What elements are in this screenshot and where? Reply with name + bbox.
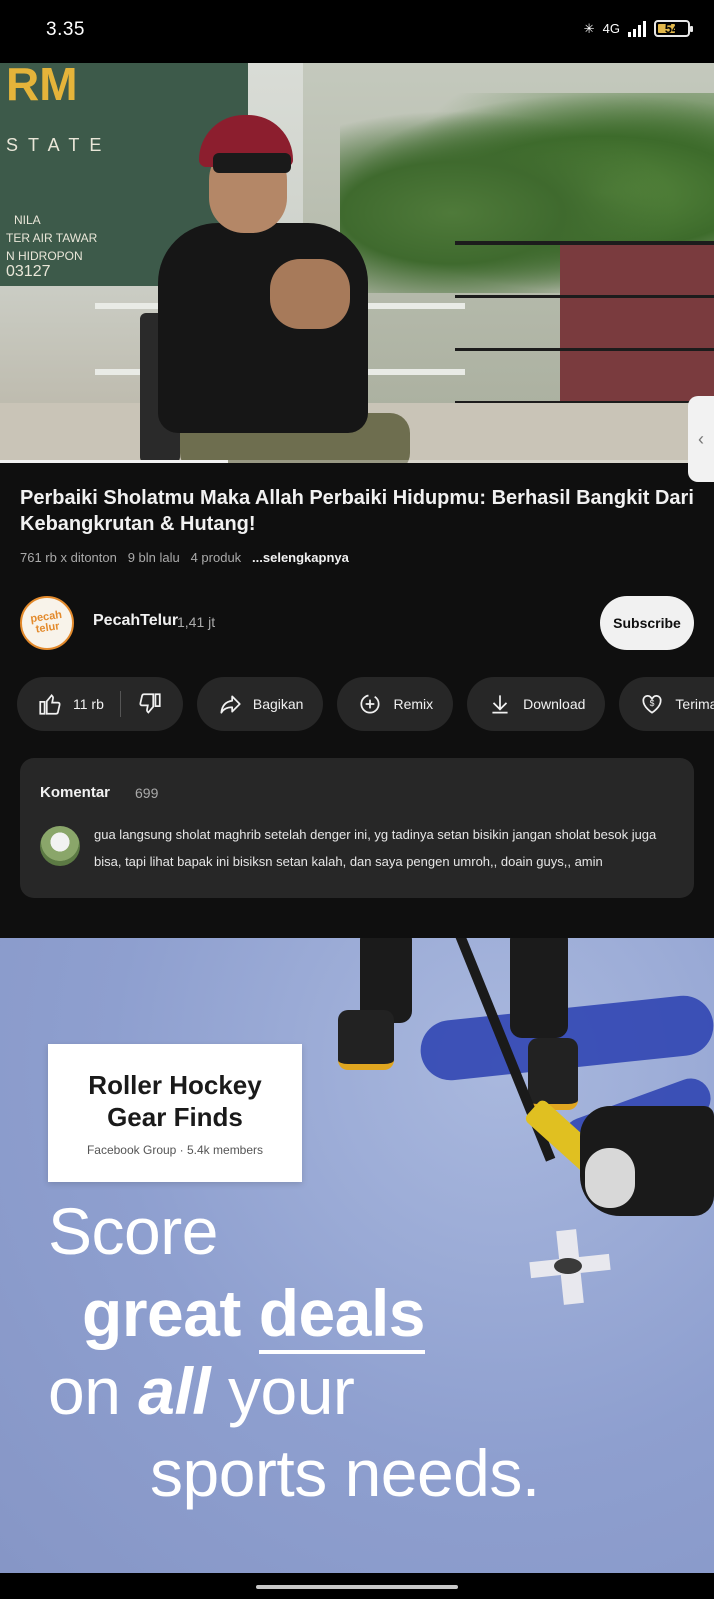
like-count[interactable]: 11 rb <box>73 696 104 712</box>
ad-word-italic: all <box>138 1354 211 1428</box>
banner-line: N HIDROPON <box>6 249 83 263</box>
comments-panel[interactable]: Komentar 699 gua langsung sholat maghrib… <box>20 758 694 898</box>
ad-card-title: Roller Hockey Gear Finds <box>88 1070 262 1132</box>
ad-player-leg <box>510 938 568 1038</box>
banner-line: 03127 <box>6 263 51 280</box>
battery-level: 54 <box>664 21 680 36</box>
bluetooth-icon: ✳ <box>583 20 595 36</box>
ad-banner[interactable]: Roller Hockey Gear Finds Facebook Group … <box>0 938 714 1573</box>
status-bar: 3.35 ✳ 4G 54 <box>0 0 714 63</box>
progress-fill <box>0 460 229 463</box>
network-label: 4G <box>602 21 620 36</box>
ad-headline-line: on all your <box>48 1354 355 1428</box>
banner-line: TER AIR TAWAR <box>6 231 98 245</box>
system-nav-bar <box>0 1573 714 1599</box>
subscriber-count: 1,41 jt <box>177 614 216 630</box>
like-dislike-pill: 11 rb <box>17 677 183 731</box>
more-link[interactable]: ...selengkapnya <box>252 550 349 565</box>
ad-word: on <box>48 1354 121 1428</box>
banner-line: STATE <box>6 135 112 155</box>
comment-avatar <box>40 826 80 866</box>
download-button[interactable]: Download <box>467 677 606 731</box>
pill-divider <box>119 691 121 717</box>
download-icon <box>492 695 508 714</box>
video-title: Perbaiki Sholatmu Maka Allah Perbaiki Hi… <box>20 487 694 535</box>
thanks-label: Terima kasih <box>675 696 714 712</box>
ad-word: your <box>228 1354 355 1428</box>
ad-headline-line: sports needs. <box>150 1436 540 1510</box>
remix-icon <box>360 694 381 714</box>
progress-bar[interactable] <box>0 460 714 463</box>
share-label: Bagikan <box>252 696 304 712</box>
download-label: Download <box>523 696 586 712</box>
video-person <box>158 223 368 433</box>
product-count: 4 produk <box>190 550 242 565</box>
ad-glove-detail <box>585 1148 635 1208</box>
chevron-left-icon[interactable]: ‹ <box>688 396 714 482</box>
video-meta[interactable]: 761 rb x ditonton 9 bln lalu 4 produk ..… <box>20 550 349 565</box>
ad-puck <box>554 1258 582 1274</box>
channel-row: pecah telur PecahTelur 1,41 jt Subscribe <box>20 596 694 650</box>
share-button[interactable]: Bagikan <box>196 677 324 731</box>
view-count: 761 rb x ditonton <box>20 550 117 565</box>
ad-headline-line: great deals <box>82 1276 426 1354</box>
share-icon <box>220 695 241 714</box>
comments-count: 699 <box>135 785 159 801</box>
ad-group-card[interactable]: Roller Hockey Gear Finds Facebook Group … <box>48 1044 302 1182</box>
dislike-icon[interactable] <box>137 691 163 717</box>
video-person-hands <box>270 259 350 329</box>
top-comment-text: gua langsung sholat maghrib setelah deng… <box>94 827 657 869</box>
ad-headline-line: Score <box>48 1194 218 1268</box>
video-player[interactable]: RM STATE NILA TER AIR TAWAR N HIDROPON 0… <box>0 63 714 463</box>
ad-skate <box>338 1010 394 1070</box>
channel-avatar-logo: pecah telur <box>29 608 63 636</box>
upload-age: 9 bln lalu <box>127 550 180 565</box>
svg-text:$: $ <box>650 698 655 708</box>
ad-word-underlined: deals <box>258 1276 426 1354</box>
signal-icon <box>628 20 646 37</box>
remix-label: Remix <box>393 696 434 712</box>
home-gesture-handle[interactable] <box>256 1585 458 1589</box>
battery-icon: 54 <box>654 20 693 37</box>
banner-line: NILA <box>14 213 41 227</box>
channel-name[interactable]: PecahTelur <box>93 612 178 630</box>
status-time: 3.35 <box>46 19 85 40</box>
banner-line: RM <box>6 63 78 110</box>
channel-avatar[interactable]: pecah telur <box>20 596 74 650</box>
thanks-icon: $ <box>642 695 662 714</box>
thanks-button[interactable]: $ Terima kasih <box>619 677 714 731</box>
action-bar: 11 rb Bagikan Remix Download $ Terima ka… <box>17 677 714 731</box>
ad-word: great <box>82 1276 241 1350</box>
comments-label: Komentar <box>40 784 111 801</box>
ad-card-subtitle: Facebook Group · 5.4k members <box>86 1143 264 1157</box>
video-person-glasses <box>213 153 291 173</box>
subscribe-button[interactable]: Subscribe <box>600 596 694 650</box>
remix-button[interactable]: Remix <box>337 677 454 731</box>
ad-skate <box>528 1038 578 1110</box>
status-icons: ✳ 4G 54 <box>583 20 693 37</box>
like-icon[interactable] <box>37 691 63 717</box>
